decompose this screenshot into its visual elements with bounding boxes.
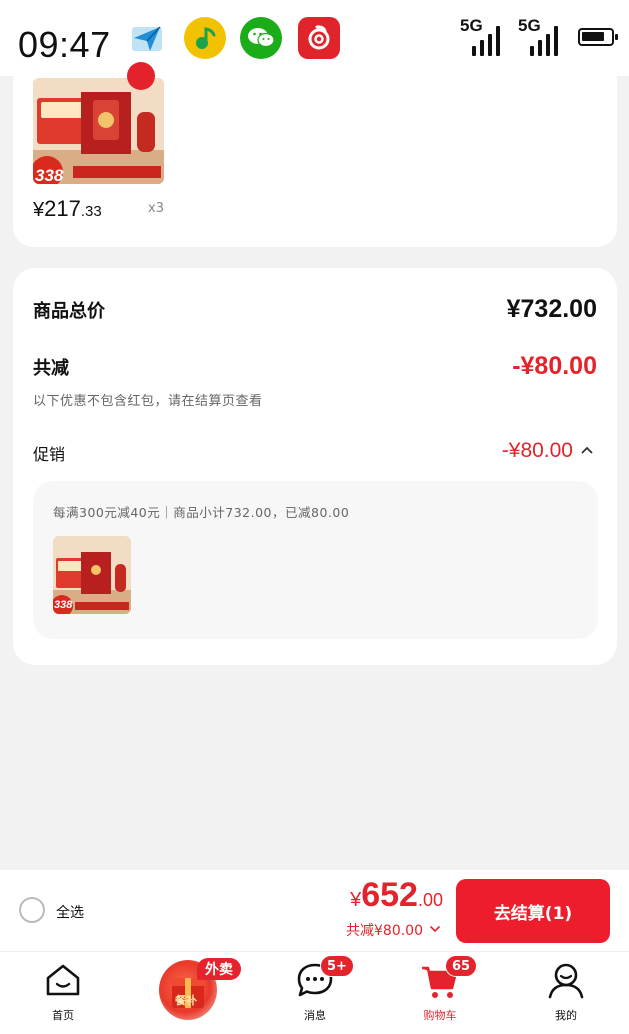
home-icon <box>46 964 80 996</box>
tab-home[interactable]: 首页 <box>13 952 113 1034</box>
thumb-price-badge: 338 <box>54 599 73 611</box>
product-thumbnail[interactable]: 338 <box>33 78 164 184</box>
bottom-tab-bar: 首页 餐补 外卖 5+ 消息 65 购物车 我的 <box>0 952 629 1034</box>
cart-badge: 65 <box>445 955 478 977</box>
delete-badge-icon[interactable] <box>127 62 155 90</box>
thumb-price-badge: 338 <box>35 166 64 184</box>
profile-icon <box>548 963 584 999</box>
checkout-bar: 全选 ¥652.00 共减¥80.00 去结算(1) <box>0 870 629 952</box>
maps-icon <box>126 17 168 59</box>
checkout-button[interactable]: 去结算(1) <box>456 879 610 943</box>
select-all-radio[interactable] <box>19 897 45 923</box>
promo-value[interactable]: -¥80.00 <box>502 439 573 463</box>
tab-messages[interactable]: 5+ 消息 <box>265 952 365 1034</box>
music-icon <box>184 17 226 59</box>
promo-product-thumbnail: 338 <box>53 536 131 614</box>
cart-item-card[interactable]: 338 ¥217.33 x3 <box>13 60 617 247</box>
chevron-up-icon[interactable] <box>579 442 595 458</box>
price-summary-card: 商品总价 ¥732.00 共减 -¥80.00 以下优惠不包含红包，请在结算页查… <box>13 268 617 665</box>
select-all-label[interactable]: 全选 <box>56 902 84 922</box>
signal-5g-icon: 5G <box>460 16 508 58</box>
message-badge: 5+ <box>320 955 354 977</box>
promo-detail-box: 每满300元减40元｜商品小计732.00，已减80.00 338 <box>33 481 598 639</box>
tab-waimai[interactable]: 餐补 外卖 <box>139 952 249 1034</box>
checkout-discount[interactable]: 共减¥80.00 <box>346 920 441 940</box>
total-label: 商品总价 <box>33 301 105 322</box>
signal-5g-icon: 5G <box>518 16 566 58</box>
battery-icon <box>578 28 618 46</box>
tab-cart[interactable]: 65 购物车 <box>390 952 490 1034</box>
total-value: ¥732.00 <box>506 295 597 323</box>
discount-value: -¥80.00 <box>512 352 597 380</box>
discount-label: 共减 <box>33 358 69 379</box>
waimai-ball-text: 餐补 <box>175 994 197 1007</box>
checkout-total: ¥652.00 <box>350 876 443 914</box>
product-quantity: x3 <box>148 201 164 216</box>
chevron-down-icon[interactable] <box>428 922 442 936</box>
netease-music-icon <box>298 17 340 59</box>
promo-description: 每满300元减40元｜商品小计732.00，已减80.00 <box>53 505 350 520</box>
promo-label: 促销 <box>33 445 66 464</box>
wechat-icon <box>240 17 282 59</box>
waimai-pill: 外卖 <box>197 958 241 980</box>
discount-note: 以下优惠不包含红包，请在结算页查看 <box>33 394 263 409</box>
product-price: ¥217.33 <box>33 196 102 221</box>
tab-profile[interactable]: 我的 <box>516 952 616 1034</box>
